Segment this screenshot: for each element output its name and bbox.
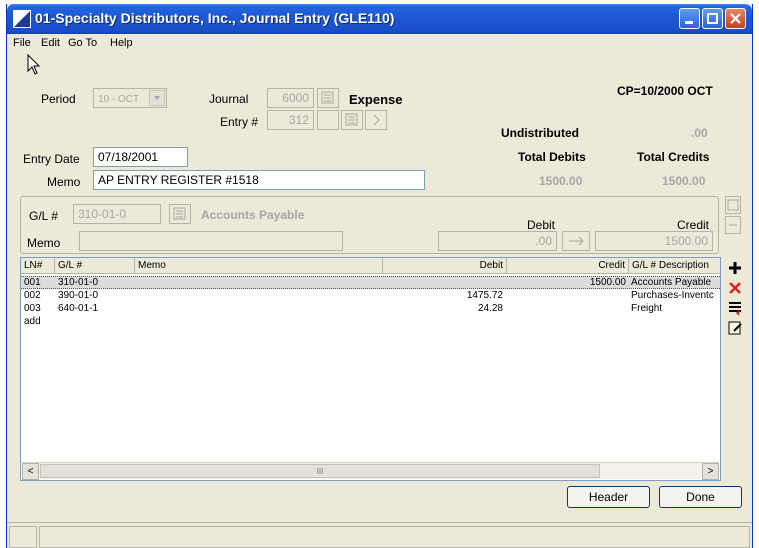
maximize-button[interactable] bbox=[702, 8, 723, 29]
close-button[interactable] bbox=[725, 8, 746, 29]
gl-description: Accounts Payable bbox=[201, 208, 305, 222]
save-line-button[interactable] bbox=[725, 196, 741, 214]
table-row[interactable]: 001 310-01-0 1500.00 Accounts Payable bbox=[21, 276, 720, 289]
undistributed-label: Undistributed bbox=[501, 126, 579, 140]
debit-label: Debit bbox=[527, 218, 556, 232]
debit-field[interactable]: .00 bbox=[438, 231, 557, 251]
minimize-icon bbox=[685, 21, 693, 24]
entry-number-field[interactable]: 312 bbox=[267, 110, 314, 130]
cell-gl: 310-01-0 bbox=[58, 277, 99, 288]
journal-lines-grid[interactable]: LN# G/L # Memo Debit Credit G/L # Descri… bbox=[20, 257, 721, 481]
col-header-gl[interactable]: G/L # bbox=[55, 258, 135, 274]
col-header-credit[interactable]: Credit bbox=[507, 258, 629, 274]
cell-gl: 390-01-0 bbox=[58, 290, 99, 301]
header-button[interactable]: Header bbox=[567, 486, 650, 508]
cell-description: Purchases-Inventc bbox=[631, 290, 714, 301]
status-panel-main bbox=[39, 526, 750, 548]
cell-ln: 001 bbox=[24, 277, 41, 288]
gl-field[interactable]: 310-01-0 bbox=[73, 204, 161, 224]
journal-field[interactable]: 6000 bbox=[267, 88, 314, 108]
current-period-text: CP=10/2000 OCT bbox=[617, 84, 713, 98]
menu-go-to[interactable]: Go To bbox=[68, 37, 97, 49]
cell-credit: 1500.00 bbox=[589, 277, 626, 288]
done-button[interactable]: Done bbox=[659, 486, 742, 508]
journal-name: Expense bbox=[349, 92, 403, 107]
cell-description: Accounts Payable bbox=[631, 277, 712, 288]
period-value: 10 - OCT bbox=[98, 94, 140, 105]
cell-ln: add bbox=[24, 316, 41, 327]
col-header-ln[interactable]: LN# bbox=[21, 258, 55, 274]
cell-debit: 24.28 bbox=[477, 303, 503, 314]
cell-ln: 003 bbox=[24, 303, 41, 314]
undo-icon bbox=[729, 224, 737, 226]
cell-debit: 1475.72 bbox=[466, 290, 503, 301]
app-icon bbox=[13, 10, 31, 28]
title-bar[interactable]: 01-Specialty Distributors, Inc., Journal… bbox=[7, 4, 752, 34]
col-header-debit[interactable]: Debit bbox=[383, 258, 507, 274]
cell-gl: 640-01-1 bbox=[58, 303, 99, 314]
credit-label: Credit bbox=[677, 218, 710, 232]
arrow-right-icon bbox=[373, 114, 380, 126]
undistributed-value: .00 bbox=[691, 126, 708, 140]
close-icon bbox=[730, 13, 741, 24]
col-header-description[interactable]: G/L # Description bbox=[629, 258, 720, 274]
table-row[interactable]: 002 390-01-0 1475.72 Purchases-Inventc bbox=[21, 290, 720, 303]
entry-number-label: Entry # bbox=[220, 115, 259, 129]
menu-edit[interactable]: Edit bbox=[41, 37, 60, 49]
entry-next-button[interactable] bbox=[365, 110, 387, 130]
scroll-right-button[interactable]: > bbox=[702, 463, 719, 480]
credit-field[interactable]: 1500.00 bbox=[595, 231, 713, 251]
chevron-down-icon[interactable] bbox=[149, 90, 165, 106]
lookup-icon bbox=[345, 113, 358, 126]
menu-help[interactable]: Help bbox=[110, 37, 133, 49]
total-debits-value: 1500.00 bbox=[539, 174, 583, 188]
menu-bar: File Edit Go To Help bbox=[7, 34, 752, 54]
col-header-memo[interactable]: Memo bbox=[135, 258, 383, 274]
delete-line-icon[interactable] bbox=[727, 280, 743, 296]
window-title: 01-Specialty Distributors, Inc., Journal… bbox=[35, 10, 395, 26]
scroll-left-button[interactable]: < bbox=[22, 463, 39, 480]
maximize-icon bbox=[707, 13, 718, 24]
mouse-cursor-icon bbox=[27, 54, 41, 75]
total-debits-label: Total Debits bbox=[518, 150, 586, 164]
lookup-icon bbox=[321, 91, 334, 104]
table-row[interactable]: 003 640-01-1 24.28 Freight bbox=[21, 303, 720, 316]
horizontal-scrollbar[interactable]: < III > bbox=[22, 462, 719, 480]
entry-prev-button[interactable] bbox=[317, 110, 339, 130]
memo-label: Memo bbox=[47, 175, 81, 189]
period-select[interactable]: 10 - OCT bbox=[93, 88, 167, 108]
line-memo-field[interactable] bbox=[79, 231, 343, 251]
status-bar bbox=[7, 522, 752, 548]
line-memo-label: Memo bbox=[27, 236, 61, 250]
disk-icon bbox=[727, 199, 739, 211]
cell-ln: 002 bbox=[24, 290, 41, 301]
period-label: Period bbox=[41, 92, 76, 106]
table-row-add[interactable]: add bbox=[21, 316, 720, 329]
add-line-icon[interactable] bbox=[727, 260, 743, 276]
memo-field[interactable]: AP ENTRY REGISTER #1518 bbox=[93, 170, 425, 190]
edit-note-icon[interactable] bbox=[727, 320, 743, 336]
gl-label: G/L # bbox=[29, 209, 58, 223]
journal-lookup-button[interactable] bbox=[317, 88, 339, 108]
menu-file[interactable]: File bbox=[13, 37, 31, 49]
gl-lookup-button[interactable] bbox=[169, 204, 191, 224]
journal-label: Journal bbox=[209, 92, 249, 106]
swap-debit-credit-button[interactable] bbox=[562, 231, 590, 251]
minimize-button[interactable] bbox=[679, 8, 700, 29]
grid-header: LN# G/L # Memo Debit Credit G/L # Descri… bbox=[21, 258, 720, 274]
insert-line-icon[interactable] bbox=[727, 300, 743, 316]
swap-icon bbox=[569, 236, 584, 246]
cancel-line-button[interactable] bbox=[725, 216, 741, 234]
total-credits-label: Total Credits bbox=[637, 150, 710, 164]
journal-entry-window: 01-Specialty Distributors, Inc., Journal… bbox=[6, 4, 753, 548]
entry-date-field[interactable]: 07/18/2001 bbox=[93, 147, 188, 167]
lookup-icon bbox=[173, 207, 186, 220]
entry-lookup-button[interactable] bbox=[341, 110, 363, 130]
scroll-thumb[interactable]: III bbox=[40, 464, 600, 478]
cell-description: Freight bbox=[631, 303, 663, 314]
entry-date-label: Entry Date bbox=[23, 152, 80, 166]
status-panel-left bbox=[9, 526, 37, 548]
total-credits-value: 1500.00 bbox=[662, 174, 706, 188]
